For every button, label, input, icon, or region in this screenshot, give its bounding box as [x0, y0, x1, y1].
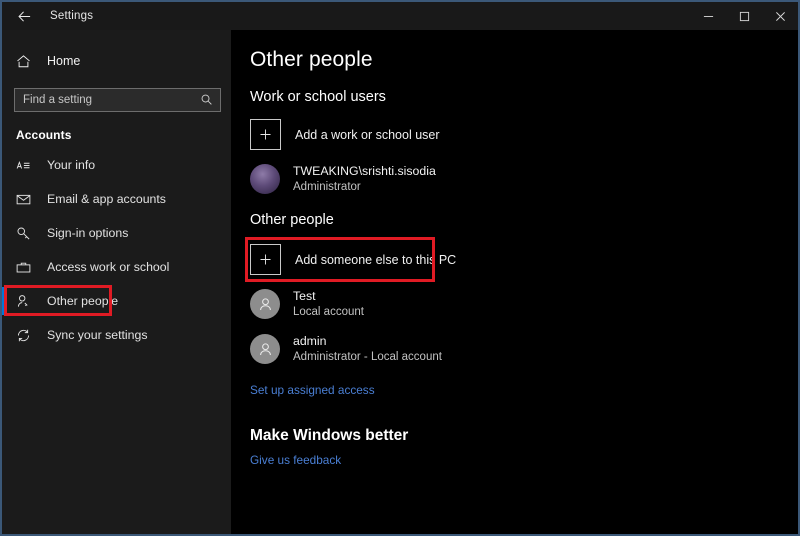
user-text: Test Local account: [293, 288, 364, 320]
set-up-assigned-access-link[interactable]: Set up assigned access: [250, 383, 375, 397]
plus-icon: [250, 119, 281, 150]
sidebar-item-sign-in-options[interactable]: Sign-in options: [2, 216, 231, 250]
generic-person-avatar: [250, 289, 280, 320]
user-role: Local account: [293, 305, 364, 318]
window-controls: [690, 2, 798, 30]
sidebar-item-email-app-accounts[interactable]: Email & app accounts: [2, 182, 231, 216]
maximize-button[interactable]: [726, 2, 762, 30]
minimize-button[interactable]: [690, 2, 726, 30]
sidebar-item-home[interactable]: Home: [2, 44, 231, 78]
sidebar-item-your-info[interactable]: Your info: [2, 148, 231, 182]
give-us-feedback-link[interactable]: Give us feedback: [250, 453, 341, 467]
sidebar-item-access-work-or-school[interactable]: Access work or school: [2, 250, 231, 284]
close-icon: [775, 11, 786, 22]
app-title: Settings: [50, 10, 94, 22]
other-user-row[interactable]: admin Administrator - Local account: [250, 333, 798, 365]
minimize-icon: [703, 11, 714, 22]
envelope-icon: [16, 192, 42, 207]
plus-icon: [250, 244, 281, 276]
person-icon: [16, 294, 42, 309]
title-bar: Settings: [2, 2, 798, 30]
sidebar-item-sync-your-settings[interactable]: Sync your settings: [2, 318, 231, 352]
add-work-or-school-user-button[interactable]: Add a work or school user: [250, 119, 798, 150]
search-container: [2, 78, 231, 112]
user-text: admin Administrator - Local account: [293, 333, 442, 365]
sync-icon: [16, 328, 42, 343]
sidebar-item-label: Sync your settings: [47, 328, 148, 342]
search-icon[interactable]: [200, 93, 213, 111]
search-box[interactable]: [14, 88, 221, 112]
user-role: Administrator: [293, 180, 361, 193]
close-button[interactable]: [762, 2, 798, 30]
search-input[interactable]: [15, 89, 195, 111]
main-content: Other people Work or school users Add a …: [231, 30, 798, 534]
sidebar-item-label: Email & app accounts: [47, 192, 166, 206]
sidebar-item-label: Sign-in options: [47, 226, 129, 240]
user-photo-avatar: [250, 164, 280, 195]
sidebar-group-header: Accounts: [16, 128, 72, 142]
section-header-make-windows-better: Make Windows better: [250, 427, 409, 445]
user-name: Test: [293, 289, 316, 304]
key-icon: [16, 226, 42, 241]
sidebar: Home Accounts Your info: [2, 30, 231, 534]
sidebar-item-label: Home: [47, 54, 81, 68]
page-title: Other people: [250, 48, 373, 71]
maximize-icon: [739, 11, 750, 22]
sidebar-item-label: Other people: [47, 294, 119, 308]
home-icon: [16, 54, 42, 69]
user-name: admin: [293, 334, 327, 349]
other-user-row[interactable]: Test Local account: [250, 288, 798, 320]
selection-accent-bar: [2, 287, 5, 315]
user-text: TWEAKING\srishti.sisodia Administrator: [293, 163, 436, 195]
section-header-other-people: Other people: [250, 212, 334, 229]
user-name: TWEAKING\srishti.sisodia: [293, 164, 436, 178]
add-someone-else-button[interactable]: Add someone else to this PC: [245, 237, 798, 283]
sidebar-item-other-people[interactable]: Other people: [2, 284, 231, 318]
sidebar-item-label: Access work or school: [47, 260, 170, 274]
id-card-icon: [16, 158, 42, 173]
generic-person-avatar: [250, 334, 280, 365]
work-school-user-row[interactable]: TWEAKING\srishti.sisodia Administrator: [250, 163, 798, 195]
settings-window: Settings Home Find a setting Accounts Yo…: [0, 0, 800, 536]
add-someone-else-label: Add someone else to this PC: [295, 252, 457, 267]
back-arrow-icon: [17, 9, 32, 24]
add-work-or-school-user-label: Add a work or school user: [295, 127, 440, 142]
section-header-work-or-school: Work or school users: [250, 89, 386, 105]
user-role: Administrator - Local account: [293, 350, 442, 363]
briefcase-icon: [16, 260, 42, 275]
sidebar-item-label: Your info: [47, 158, 96, 172]
back-button[interactable]: [2, 2, 46, 30]
